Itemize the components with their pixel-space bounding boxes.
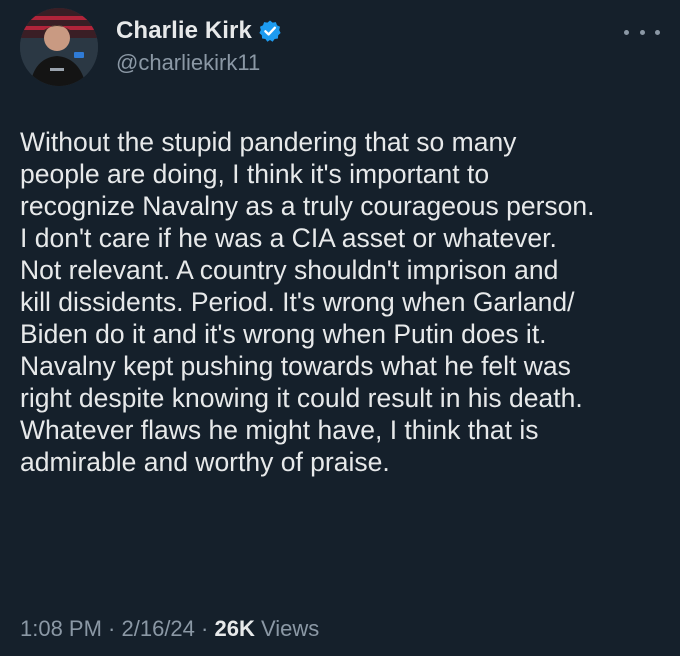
tweet-text-line: right despite knowing it could result in… <box>20 383 583 413</box>
tweet-text-line: Not relevant. A country shouldn't impris… <box>20 255 559 285</box>
tweet-text-line: Biden do it and it's wrong when Putin do… <box>20 319 547 349</box>
verified-badge-icon <box>258 19 282 43</box>
tweet-text-line: recognize Navalny as a truly courageous … <box>20 191 595 221</box>
tweet: Charlie Kirk @charliekirk11 Without the … <box>0 0 680 656</box>
avatar-image <box>20 8 98 86</box>
meta-separator: · <box>101 616 122 641</box>
display-name[interactable]: Charlie Kirk <box>116 17 252 45</box>
tweet-date[interactable]: 2/16/24 <box>122 616 195 641</box>
tweet-text-line: I don't care if he was a CIA asset or wh… <box>20 223 557 253</box>
tweet-text: Without the stupid pandering that so man… <box>20 126 670 478</box>
more-dot <box>655 29 660 35</box>
avatar[interactable] <box>20 8 98 86</box>
more-dot <box>639 29 645 35</box>
more-horizontal-icon[interactable] <box>624 20 660 44</box>
tweet-time[interactable]: 1:08 PM <box>20 616 102 641</box>
more-dot <box>624 29 629 35</box>
tweet-text-line: kill dissidents. Period. It's wrong when… <box>20 287 575 317</box>
display-name-row: Charlie Kirk <box>116 14 282 48</box>
views-count[interactable]: 26K <box>214 616 254 641</box>
tweet-text-line: admirable and worthy of praise. <box>20 447 390 477</box>
tweet-text-line: people are doing, I think it's important… <box>20 159 490 189</box>
meta-separator: · <box>194 616 215 641</box>
views-label: Views <box>254 616 320 641</box>
tweet-header: Charlie Kirk @charliekirk11 <box>20 8 660 88</box>
tweet-meta: 1:08 PM · 2/16/24 · 26K Views <box>20 616 319 642</box>
author-names: Charlie Kirk @charliekirk11 <box>116 14 282 76</box>
handle[interactable]: @charliekirk11 <box>116 50 282 76</box>
tweet-text-line: Whatever flaws he might have, I think th… <box>20 415 539 445</box>
tweet-text-line: Without the stupid pandering that so man… <box>20 127 517 157</box>
tweet-text-line: Navalny kept pushing towards what he fel… <box>20 351 571 381</box>
